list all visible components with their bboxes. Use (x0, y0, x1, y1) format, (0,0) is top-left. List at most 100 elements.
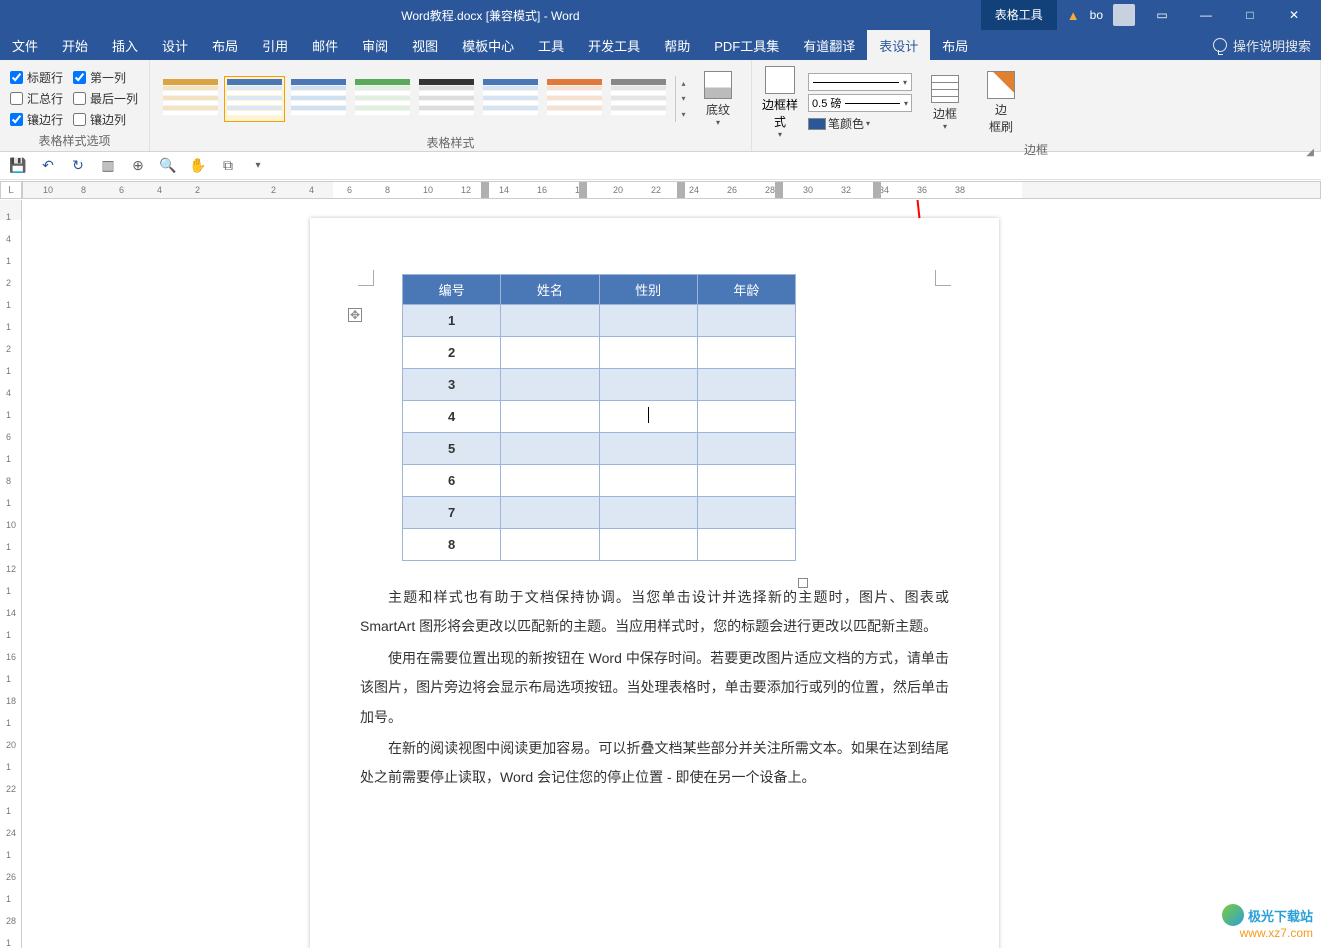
tab-引用[interactable]: 引用 (250, 30, 300, 60)
tab-模板中心[interactable]: 模板中心 (450, 30, 526, 60)
table-style-thumb-7[interactable] (608, 76, 669, 122)
table-header-cell[interactable]: 姓名 (501, 275, 599, 305)
tab-文件[interactable]: 文件 (0, 30, 50, 60)
qat-btn-7[interactable]: ✋ (188, 156, 208, 176)
document-table[interactable]: 编号姓名性别年龄 12345678 (402, 274, 796, 561)
table-cell[interactable] (697, 433, 795, 465)
opt-total-row[interactable]: 汇总行 (10, 90, 63, 107)
table-cell[interactable] (501, 497, 599, 529)
document-body-text[interactable]: 主题和样式也有助于文档保持协调。当您单击设计并选择新的主题时，图片、图表或 Sm… (360, 583, 949, 793)
tab-开始[interactable]: 开始 (50, 30, 100, 60)
paragraph-3[interactable]: 在新的阅读视图中阅读更加容易。可以折叠文档某些部分并关注所需文本。如果在达到结尾… (360, 734, 949, 793)
table-cell[interactable] (697, 337, 795, 369)
row-number-cell[interactable]: 3 (403, 369, 501, 401)
table-row[interactable]: 2 (403, 337, 796, 369)
table-cell[interactable] (599, 401, 697, 433)
shading-button[interactable]: 底纹▾ (695, 66, 741, 132)
ruler-corner[interactable]: L (0, 181, 22, 199)
table-style-thumb-0[interactable] (160, 76, 221, 122)
table-cell[interactable] (599, 465, 697, 497)
row-number-cell[interactable]: 4 (403, 401, 501, 433)
gallery-more-button[interactable]: ▴▾▾ (675, 76, 691, 122)
paragraph-2[interactable]: 使用在需要位置出现的新按钮在 Word 中保存时间。若要更改图片适应文档的方式，… (360, 644, 949, 732)
close-icon[interactable]: ✕ (1277, 0, 1311, 30)
table-cell[interactable] (501, 337, 599, 369)
table-cell[interactable] (501, 529, 599, 561)
border-style-button[interactable]: 边框样 式▾ (762, 66, 798, 139)
tab-邮件[interactable]: 邮件 (300, 30, 350, 60)
tab-视图[interactable]: 视图 (400, 30, 450, 60)
table-cell[interactable] (501, 305, 599, 337)
table-cell[interactable] (501, 433, 599, 465)
row-number-cell[interactable]: 7 (403, 497, 501, 529)
tab-帮助[interactable]: 帮助 (652, 30, 702, 60)
row-number-cell[interactable]: 5 (403, 433, 501, 465)
qat-btn-8[interactable]: ⧉ (218, 156, 238, 176)
qat-btn-6[interactable]: 🔍 (158, 156, 178, 176)
row-number-cell[interactable]: 2 (403, 337, 501, 369)
tab-有道翻译[interactable]: 有道翻译 (791, 30, 867, 60)
horizontal-ruler[interactable]: 1086422468101214161820222426283032343638 (22, 181, 1321, 199)
user-name[interactable]: bo (1090, 8, 1103, 22)
table-style-thumb-3[interactable] (352, 76, 413, 122)
opt-banded-col[interactable]: 镶边列 (73, 111, 138, 128)
table-row[interactable]: 6 (403, 465, 796, 497)
borders-button[interactable]: 边框▾ (922, 70, 968, 136)
table-cell[interactable] (697, 369, 795, 401)
minimize-icon[interactable]: — (1189, 0, 1223, 30)
redo-icon[interactable]: ↻ (68, 156, 88, 176)
table-cell[interactable] (599, 305, 697, 337)
table-cell[interactable] (599, 433, 697, 465)
border-painter-button[interactable]: 边 框刷 (978, 70, 1024, 136)
table-row[interactable]: 7 (403, 497, 796, 529)
table-cell[interactable] (697, 529, 795, 561)
row-number-cell[interactable]: 6 (403, 465, 501, 497)
tab-布局[interactable]: 布局 (200, 30, 250, 60)
tab-插入[interactable]: 插入 (100, 30, 150, 60)
table-row[interactable]: 1 (403, 305, 796, 337)
table-row[interactable]: 3 (403, 369, 796, 401)
table-cell[interactable] (697, 305, 795, 337)
table-row[interactable]: 8 (403, 529, 796, 561)
table-cell[interactable] (599, 497, 697, 529)
table-row[interactable]: 4 (403, 401, 796, 433)
row-number-cell[interactable]: 1 (403, 305, 501, 337)
table-resize-handle[interactable] (798, 578, 808, 588)
opt-first-col[interactable]: 第一列 (73, 69, 138, 86)
table-cell[interactable] (501, 401, 599, 433)
table-cell[interactable] (599, 337, 697, 369)
tab-表设计[interactable]: 表设计 (867, 30, 930, 60)
qat-btn-5[interactable]: ⊕ (128, 156, 148, 176)
opt-banded-row[interactable]: 镶边行 (10, 111, 63, 128)
tab-设计[interactable]: 设计 (150, 30, 200, 60)
tab-开发工具[interactable]: 开发工具 (576, 30, 652, 60)
context-tab-label[interactable]: 表格工具 (981, 0, 1057, 30)
table-style-thumb-4[interactable] (416, 76, 477, 122)
pen-color[interactable]: 笔颜色▾ (808, 115, 912, 132)
table-cell[interactable] (599, 369, 697, 401)
table-cell[interactable] (697, 497, 795, 529)
table-style-thumb-1[interactable] (224, 76, 285, 122)
maximize-icon[interactable]: □ (1233, 0, 1267, 30)
table-header-cell[interactable]: 编号 (403, 275, 501, 305)
tab-布局[interactable]: 布局 (930, 30, 980, 60)
borders-dialog-launcher[interactable]: ◢ (1306, 147, 1314, 158)
save-icon[interactable]: 💾 (8, 156, 28, 176)
table-style-gallery[interactable] (160, 76, 669, 122)
paragraph-1[interactable]: 主题和样式也有助于文档保持协调。当您单击设计并选择新的主题时，图片、图表或 Sm… (360, 583, 949, 642)
tab-审阅[interactable]: 审阅 (350, 30, 400, 60)
tab-工具[interactable]: 工具 (526, 30, 576, 60)
opt-last-col[interactable]: 最后一列 (73, 90, 138, 107)
qat-customize[interactable]: ▾ (248, 156, 268, 176)
table-cell[interactable] (697, 465, 795, 497)
ribbon-display-icon[interactable]: ▭ (1145, 0, 1179, 30)
avatar[interactable] (1113, 4, 1135, 26)
vertical-ruler[interactable]: 1412112141618110112114116118120122124126… (0, 200, 22, 948)
table-header-cell[interactable]: 年龄 (697, 275, 795, 305)
table-style-thumb-5[interactable] (480, 76, 541, 122)
table-cell[interactable] (501, 369, 599, 401)
table-cell[interactable] (599, 529, 697, 561)
qat-btn-4[interactable]: ▥ (98, 156, 118, 176)
opt-header-row[interactable]: 标题行 (10, 69, 63, 86)
row-number-cell[interactable]: 8 (403, 529, 501, 561)
